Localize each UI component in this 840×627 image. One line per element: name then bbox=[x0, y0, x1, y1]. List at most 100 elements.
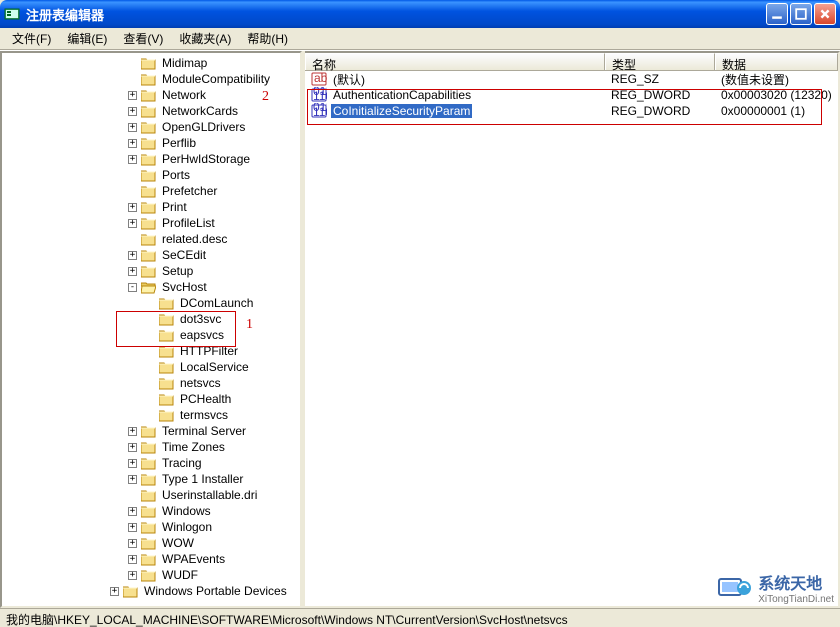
expand-icon[interactable]: + bbox=[128, 107, 137, 116]
tree-item[interactable]: Userinstallable.dri bbox=[2, 487, 300, 503]
tree-label: WPAEvents bbox=[160, 551, 227, 567]
tree-item[interactable]: +Time Zones bbox=[2, 439, 300, 455]
folder-icon bbox=[159, 409, 174, 422]
tree-label: Network bbox=[160, 87, 208, 103]
tree-item[interactable]: netsvcs bbox=[2, 375, 300, 391]
folder-icon bbox=[141, 153, 156, 166]
value-row[interactable]: ab(默认)REG_SZ(数值未设置) bbox=[305, 71, 838, 87]
tree-item[interactable]: + Tracing bbox=[2, 455, 300, 471]
menu-help[interactable]: 帮助(H) bbox=[239, 28, 296, 49]
tree-label: OpenGLDrivers bbox=[160, 119, 247, 135]
menu-favorites[interactable]: 收藏夹(A) bbox=[171, 28, 239, 49]
value-row[interactable]: 011110AuthenticationCapabilitiesREG_DWOR… bbox=[305, 87, 838, 103]
expand-icon[interactable]: + bbox=[128, 91, 137, 100]
tree-item[interactable]: +ProfileList bbox=[2, 215, 300, 231]
tree-item[interactable]: +Perflib bbox=[2, 135, 300, 151]
folder-icon bbox=[141, 441, 156, 454]
tree-item[interactable]: +WOW bbox=[2, 535, 300, 551]
tree-label: Midimap bbox=[160, 55, 209, 71]
expand-icon[interactable]: + bbox=[128, 475, 137, 484]
tree-label: Windows Portable Devices bbox=[142, 583, 289, 599]
tree-item[interactable]: Midimap bbox=[2, 55, 300, 71]
menu-view[interactable]: 查看(V) bbox=[115, 28, 171, 49]
tree-item[interactable]: +SeCEdit bbox=[2, 247, 300, 263]
tree-item[interactable]: + WUDF bbox=[2, 567, 300, 583]
maximize-button[interactable] bbox=[790, 3, 812, 25]
tree-item[interactable]: -SvcHost bbox=[2, 279, 300, 295]
registry-tree: MidimapModuleCompatibility + Network+Netwo… bbox=[2, 53, 300, 601]
expand-icon[interactable]: + bbox=[128, 459, 137, 468]
folder-icon bbox=[159, 377, 174, 390]
tree-item[interactable]: +Print bbox=[2, 199, 300, 215]
tree-item[interactable]: + WPAEvents bbox=[2, 551, 300, 567]
svg-text:ab: ab bbox=[314, 71, 327, 85]
tree-item[interactable]: +Windows bbox=[2, 503, 300, 519]
tree-item[interactable]: +Winlogon bbox=[2, 519, 300, 535]
folder-icon bbox=[141, 281, 156, 294]
expand-icon[interactable]: + bbox=[128, 427, 137, 436]
tree-label: WUDF bbox=[160, 567, 200, 583]
tree-label: eapsvcs bbox=[178, 327, 226, 343]
tree-item[interactable]: termsvcs bbox=[2, 407, 300, 423]
tree-item[interactable]: +Type 1 Installer bbox=[2, 471, 300, 487]
expand-icon[interactable]: + bbox=[128, 267, 137, 276]
watermark-icon bbox=[718, 575, 752, 601]
tree-item[interactable]: + OpenGLDrivers bbox=[2, 119, 300, 135]
folder-icon bbox=[141, 553, 156, 566]
folder-icon bbox=[159, 345, 174, 358]
expand-icon[interactable]: + bbox=[128, 539, 137, 548]
folder-icon bbox=[141, 73, 156, 86]
tree-item[interactable]: Ports bbox=[2, 167, 300, 183]
expand-icon[interactable]: + bbox=[128, 251, 137, 260]
tree-item[interactable]: HTTPFilter bbox=[2, 343, 300, 359]
folder-icon bbox=[159, 313, 174, 326]
expand-icon[interactable]: + bbox=[128, 443, 137, 452]
close-button[interactable] bbox=[814, 3, 836, 25]
status-bar: 我的电脑\HKEY_LOCAL_MACHINE\SOFTWARE\Microso… bbox=[0, 608, 840, 627]
folder-icon bbox=[141, 457, 156, 470]
column-header-data[interactable]: 数据 bbox=[715, 53, 838, 70]
tree-item[interactable]: LocalService bbox=[2, 359, 300, 375]
tree-item[interactable]: +Terminal Server bbox=[2, 423, 300, 439]
expand-icon[interactable]: + bbox=[128, 571, 137, 580]
collapse-icon[interactable]: - bbox=[128, 283, 137, 292]
menu-edit[interactable]: 编辑(E) bbox=[59, 28, 115, 49]
tree-item[interactable]: Prefetcher bbox=[2, 183, 300, 199]
tree-item[interactable]: +NetworkCards bbox=[2, 103, 300, 119]
expand-icon[interactable]: + bbox=[128, 219, 137, 228]
expand-icon[interactable]: + bbox=[128, 155, 137, 164]
column-header-name[interactable]: 名称 bbox=[305, 53, 605, 70]
expand-icon[interactable]: + bbox=[128, 139, 137, 148]
tree-pane[interactable]: MidimapModuleCompatibility + Network+Netwo… bbox=[0, 51, 302, 608]
expand-icon[interactable]: + bbox=[110, 587, 119, 596]
value-data: 0x00003020 (12320) bbox=[715, 88, 838, 102]
tree-label: Userinstallable.dri bbox=[160, 487, 259, 503]
tree-item[interactable]: + Windows Portable Devices bbox=[2, 583, 300, 599]
tree-item[interactable]: +Setup bbox=[2, 263, 300, 279]
menu-file[interactable]: 文件(F) bbox=[4, 28, 59, 49]
tree-item[interactable]: PCHealth bbox=[2, 391, 300, 407]
value-row[interactable]: 011110CoInitializeSecurityParamREG_DWORD… bbox=[305, 103, 838, 119]
expand-icon[interactable]: + bbox=[128, 507, 137, 516]
folder-icon bbox=[159, 329, 174, 342]
expand-icon[interactable]: + bbox=[128, 123, 137, 132]
tree-label: Prefetcher bbox=[160, 183, 219, 199]
tree-item[interactable]: related.desc bbox=[2, 231, 300, 247]
tree-item[interactable]: DComLaunch bbox=[2, 295, 300, 311]
tree-item[interactable]: + Network bbox=[2, 87, 300, 103]
folder-icon bbox=[141, 537, 156, 550]
minimize-button[interactable] bbox=[766, 3, 788, 25]
tree-label: Tracing bbox=[160, 455, 204, 471]
tree-item[interactable]: ModuleCompatibility bbox=[2, 71, 300, 87]
tree-item[interactable]: dot3svc bbox=[2, 311, 300, 327]
tree-label: PCHealth bbox=[178, 391, 233, 407]
expand-icon[interactable]: + bbox=[128, 523, 137, 532]
tree-label: DComLaunch bbox=[178, 295, 255, 311]
tree-item[interactable]: eapsvcs bbox=[2, 327, 300, 343]
folder-icon bbox=[141, 137, 156, 150]
values-pane[interactable]: 名称 类型 数据 ab(默认)REG_SZ(数值未设置)011110Authen… bbox=[305, 51, 840, 608]
column-header-type[interactable]: 类型 bbox=[605, 53, 715, 70]
expand-icon[interactable]: + bbox=[128, 555, 137, 564]
tree-item[interactable]: +PerHwIdStorage bbox=[2, 151, 300, 167]
expand-icon[interactable]: + bbox=[128, 203, 137, 212]
